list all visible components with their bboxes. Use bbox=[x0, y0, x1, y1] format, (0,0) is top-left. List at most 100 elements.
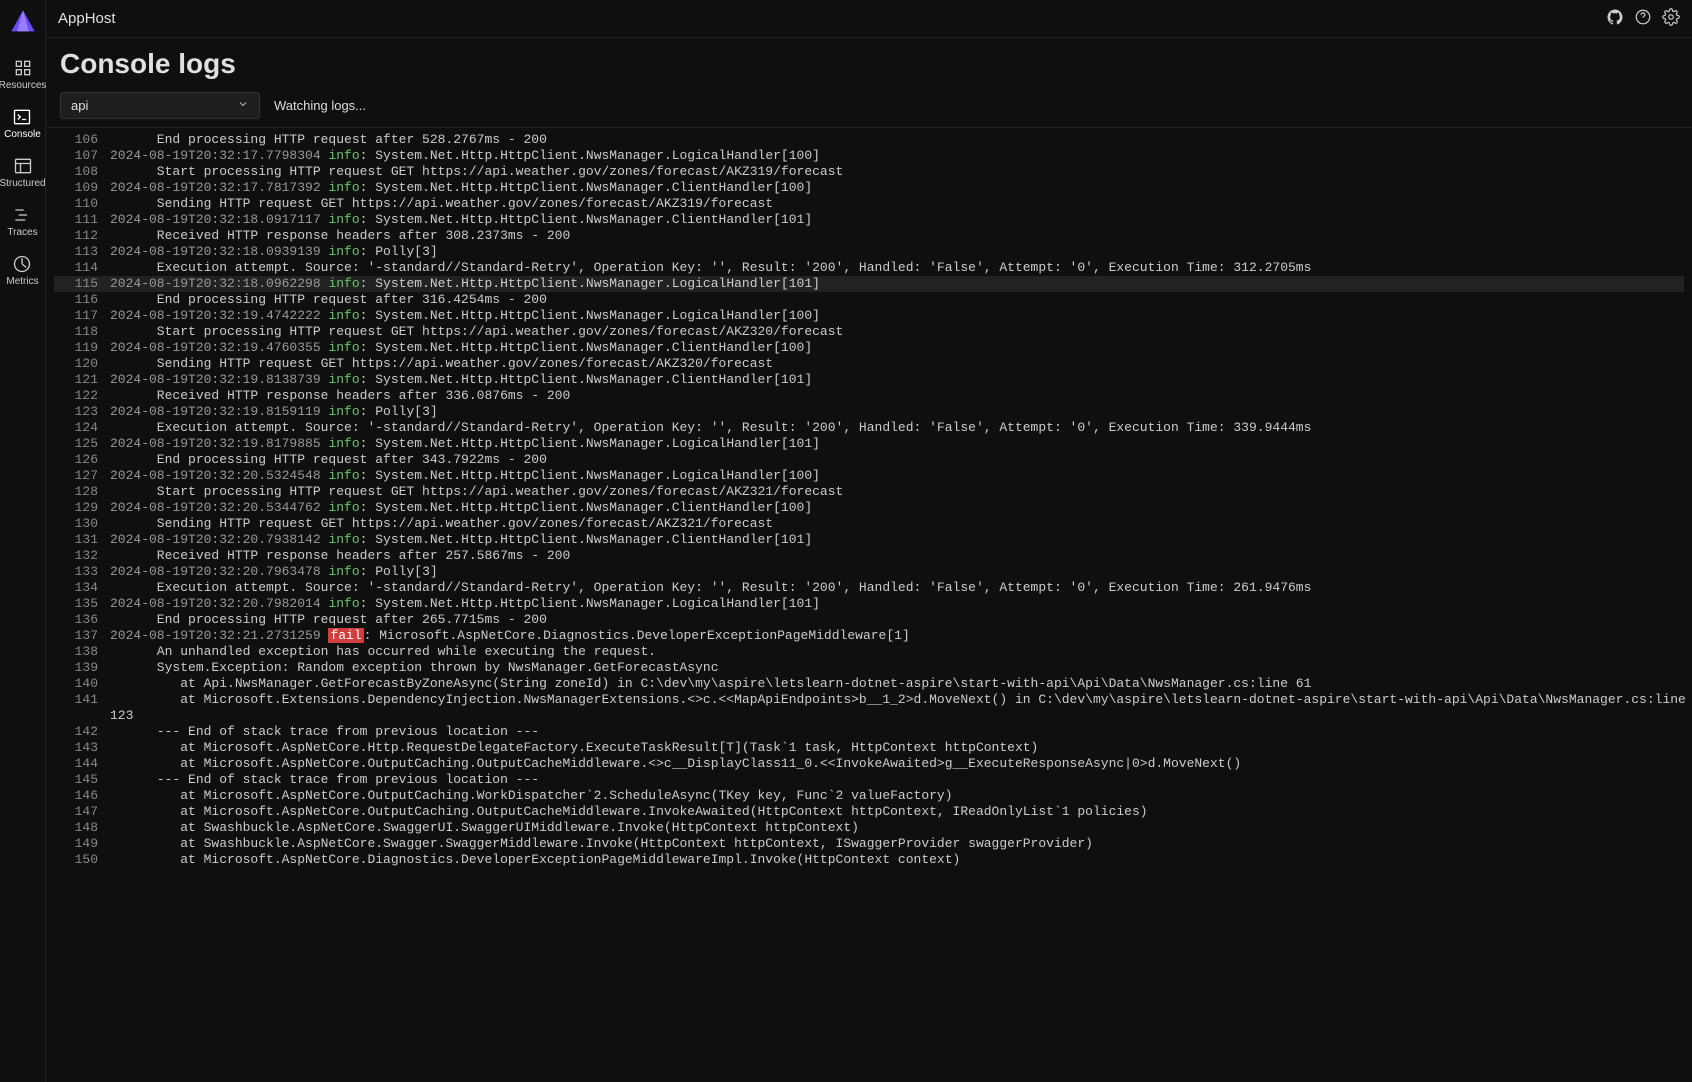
line-number: 141 bbox=[54, 692, 98, 708]
log-row[interactable]: 130 Sending HTTP request GET https://api… bbox=[54, 516, 1684, 532]
log-row[interactable]: 122 Received HTTP response headers after… bbox=[54, 388, 1684, 404]
log-row[interactable]: 127 2024-08-19T20:32:20.5324548 info: Sys… bbox=[54, 468, 1684, 484]
help-icon[interactable] bbox=[1634, 8, 1652, 29]
log-row[interactable]: 1232024-08-19T20:32:19.8159119 info: Pol… bbox=[54, 404, 1684, 420]
log-line: 2024-08-19T20:32:20.5324548 info: System… bbox=[110, 468, 820, 484]
line-number: 132 bbox=[54, 548, 98, 564]
log-row[interactable]: 1372024-08-19T20:32:21.2731259 fail: Mic… bbox=[54, 628, 1684, 644]
line-number: 138 bbox=[54, 644, 98, 660]
status-text: Watching logs... bbox=[274, 98, 366, 113]
nav-console[interactable]: Console bbox=[4, 107, 41, 140]
log-line: Received HTTP response headers after 336… bbox=[110, 388, 570, 404]
log-row[interactable]: 1212024-08-19T20:32:19.8138739 info: Sys… bbox=[54, 372, 1684, 388]
line-number: 122 bbox=[54, 388, 98, 404]
line-number: 149 bbox=[54, 836, 98, 852]
log-line: An unhandled exception has occurred whil… bbox=[110, 644, 656, 660]
log-row[interactable]: 116 End processing HTTP request after 31… bbox=[54, 292, 1684, 308]
nav-traces[interactable]: Traces bbox=[7, 205, 37, 238]
log-row[interactable]: 118 Start processing HTTP request GET ht… bbox=[54, 324, 1684, 340]
log-row[interactable]: 110 Sending HTTP request GET https://api… bbox=[54, 196, 1684, 212]
log-row[interactable]: 106 End processing HTTP request after 52… bbox=[54, 132, 1684, 148]
log-line: at Microsoft.AspNetCore.Http.RequestDele… bbox=[110, 740, 1038, 756]
toolbar: api Watching logs... bbox=[46, 86, 1692, 128]
log-row[interactable]: 1112024-08-19T20:32:18.0917117 info: Sys… bbox=[54, 212, 1684, 228]
log-row[interactable]: 133 2024-08-19T20:32:20.7963478 info: Pol… bbox=[54, 564, 1684, 580]
log-line: --- End of stack trace from previous loc… bbox=[110, 724, 539, 740]
log-row[interactable]: 1132024-08-19T20:32:18.0939139 info: Pol… bbox=[54, 244, 1684, 260]
line-number: 106 bbox=[54, 132, 98, 148]
log-row[interactable]: 107 2024-08-19T20:32:17.7798304 info: Sys… bbox=[54, 148, 1684, 164]
log-line: 2024-08-19T20:32:17.7798304 info: System… bbox=[110, 148, 820, 164]
log-row[interactable]: 124 Execution attempt. Source: '-standar… bbox=[54, 420, 1684, 436]
nav-structured[interactable]: Structured bbox=[0, 156, 46, 189]
log-line: Sending HTTP request GET https://api.wea… bbox=[110, 196, 773, 212]
line-number: 133 bbox=[54, 564, 98, 580]
log-row[interactable]: 1292024-08-19T20:32:20.5344762 info: Sys… bbox=[54, 500, 1684, 516]
settings-icon[interactable] bbox=[1662, 8, 1680, 29]
log-line: 2024-08-19T20:32:18.0962298 info: System… bbox=[110, 276, 820, 292]
line-number: 120 bbox=[54, 356, 98, 372]
line-number: 121 bbox=[54, 372, 98, 388]
log-line: 2024-08-19T20:32:18.0939139 info: Polly[… bbox=[110, 244, 438, 260]
log-row[interactable]: 1312024-08-19T20:32:20.7938142 info: Sys… bbox=[54, 532, 1684, 548]
log-row[interactable]: 132 Received HTTP response headers after… bbox=[54, 548, 1684, 564]
log-row[interactable]: 138 An unhandled exception has occurred … bbox=[54, 644, 1684, 660]
line-number: 109 bbox=[54, 180, 98, 196]
log-row[interactable]: 114 Execution attempt. Source: '-standar… bbox=[54, 260, 1684, 276]
log-line: 2024-08-19T20:32:21.2731259 fail: Micros… bbox=[110, 628, 910, 644]
log-row[interactable]: 150 at Microsoft.AspNetCore.Diagnostics.… bbox=[54, 852, 1684, 868]
log-row[interactable]: 141 at Microsoft.Extensions.DependencyIn… bbox=[54, 692, 1684, 708]
nav-metrics[interactable]: Metrics bbox=[6, 254, 38, 287]
log-line: at Microsoft.Extensions.DependencyInject… bbox=[110, 692, 1692, 708]
log-row[interactable]: 128 Start processing HTTP request GET ht… bbox=[54, 484, 1684, 500]
log-row[interactable]: 1192024-08-19T20:32:19.4760355 info: Sys… bbox=[54, 340, 1684, 356]
line-number: 140 bbox=[54, 676, 98, 692]
log-line: Start processing HTTP request GET https:… bbox=[110, 484, 843, 500]
log-row[interactable]: 1352024-08-19T20:32:20.7982014 info: Sys… bbox=[54, 596, 1684, 612]
log-row[interactable]: 125 2024-08-19T20:32:19.8179885 info: Sys… bbox=[54, 436, 1684, 452]
nav-label: Traces bbox=[7, 227, 37, 238]
log-viewer[interactable]: 106 End processing HTTP request after 52… bbox=[46, 128, 1692, 1082]
log-row[interactable]: 140 at Api.NwsManager.GetForecastByZoneA… bbox=[54, 676, 1684, 692]
log-row[interactable]: 1152024-08-19T20:32:18.0962298 info: Sys… bbox=[54, 276, 1684, 292]
log-row[interactable]: 147 at Microsoft.AspNetCore.OutputCachin… bbox=[54, 804, 1684, 820]
log-row[interactable]: 112 Received HTTP response headers after… bbox=[54, 228, 1684, 244]
log-row[interactable]: 108 Start processing HTTP request GET ht… bbox=[54, 164, 1684, 180]
log-row[interactable]: 126 End processing HTTP request after 34… bbox=[54, 452, 1684, 468]
log-line: 2024-08-19T20:32:19.4742222 info: System… bbox=[110, 308, 820, 324]
log-line: 2024-08-19T20:32:20.5344762 info: System… bbox=[110, 500, 812, 516]
line-number: 126 bbox=[54, 452, 98, 468]
line-number: 107 bbox=[54, 148, 98, 164]
log-row[interactable]: 1092024-08-19T20:32:17.7817392 info: Sys… bbox=[54, 180, 1684, 196]
chevron-down-icon bbox=[237, 98, 249, 113]
log-row[interactable]: 1172024-08-19T20:32:19.4742222 info: Sys… bbox=[54, 308, 1684, 324]
resource-dropdown[interactable]: api bbox=[60, 92, 260, 119]
log-line: 2024-08-19T20:32:19.8179885 info: System… bbox=[110, 436, 820, 452]
line-number: 125 bbox=[54, 436, 98, 452]
log-row[interactable]: 120 Sending HTTP request GET https://api… bbox=[54, 356, 1684, 372]
github-icon[interactable] bbox=[1606, 8, 1624, 29]
log-row[interactable]: 146 at Microsoft.AspNetCore.OutputCachin… bbox=[54, 788, 1684, 804]
log-row[interactable]: 134 Execution attempt. Source: '-standar… bbox=[54, 580, 1684, 596]
log-row[interactable]: 136 End processing HTTP request after 26… bbox=[54, 612, 1684, 628]
log-row-continuation[interactable]: 123 bbox=[54, 708, 1684, 724]
log-row[interactable]: 148 at Swashbuckle.AspNetCore.SwaggerUI.… bbox=[54, 820, 1684, 836]
nav-label: Metrics bbox=[6, 276, 38, 287]
log-row[interactable]: 142 --- End of stack trace from previous… bbox=[54, 724, 1684, 740]
log-row[interactable]: 143 at Microsoft.AspNetCore.Http.Request… bbox=[54, 740, 1684, 756]
log-row[interactable]: 149 at Swashbuckle.AspNetCore.Swagger.Sw… bbox=[54, 836, 1684, 852]
log-row[interactable]: 144 at Microsoft.AspNetCore.OutputCachin… bbox=[54, 756, 1684, 772]
line-number: 144 bbox=[54, 756, 98, 772]
line-number: 127 bbox=[54, 468, 98, 484]
topbar: AppHost bbox=[46, 0, 1692, 38]
log-line: at Microsoft.AspNetCore.Diagnostics.Deve… bbox=[110, 852, 960, 868]
log-line: 2024-08-19T20:32:20.7963478 info: Polly[… bbox=[110, 564, 438, 580]
app-logo-icon bbox=[9, 8, 37, 36]
log-row[interactable]: 145 --- End of stack trace from previous… bbox=[54, 772, 1684, 788]
nav-resources[interactable]: Resources bbox=[0, 58, 46, 91]
log-row[interactable]: 139 System.Exception: Random exception t… bbox=[54, 660, 1684, 676]
log-line: at Swashbuckle.AspNetCore.SwaggerUI.Swag… bbox=[110, 820, 859, 836]
line-number: 146 bbox=[54, 788, 98, 804]
nav-label: Resources bbox=[0, 80, 46, 91]
line-number: 112 bbox=[54, 228, 98, 244]
